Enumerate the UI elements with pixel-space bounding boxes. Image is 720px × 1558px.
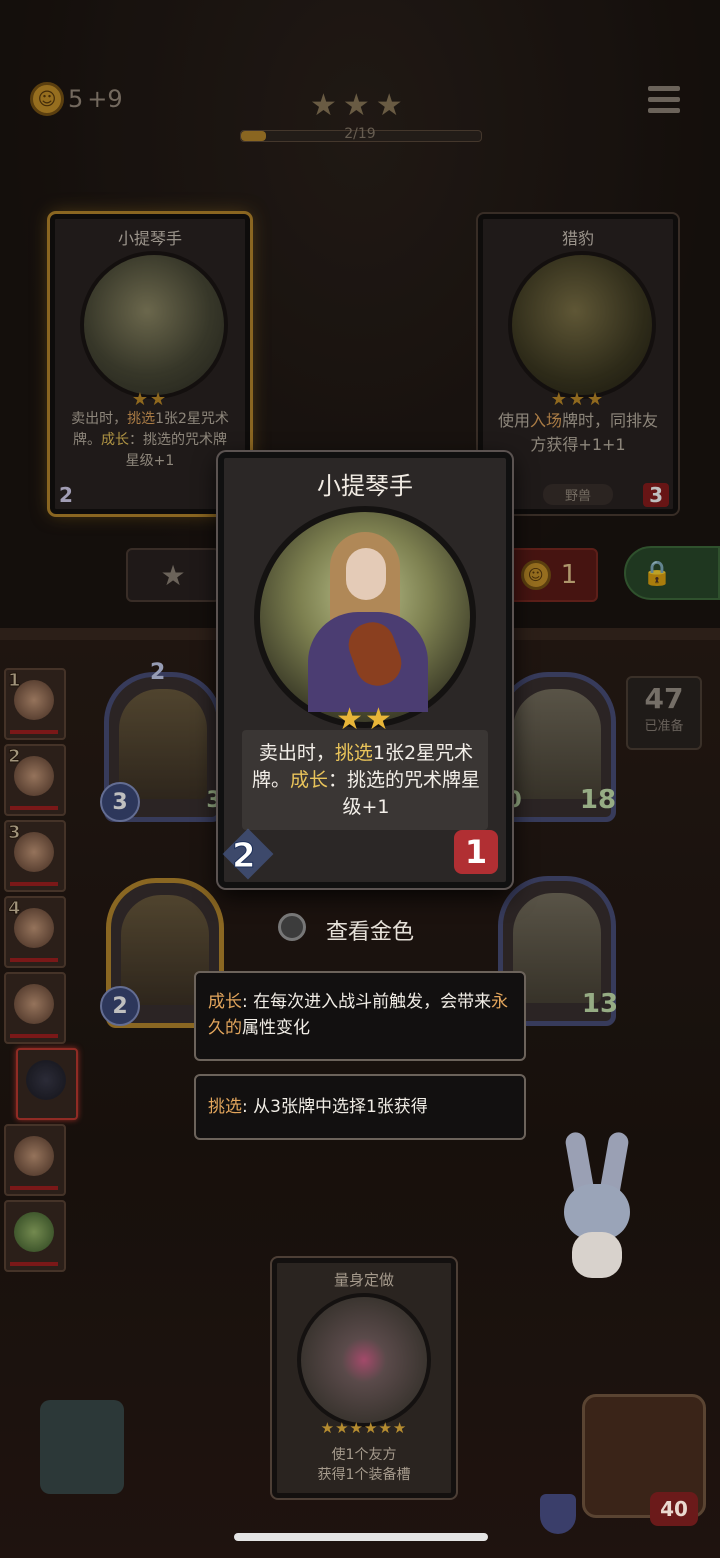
health-value: 1	[454, 830, 498, 874]
keyword-growth: 成长	[289, 769, 328, 791]
card-stars: ★★	[336, 702, 394, 737]
treasure-chest-button[interactable]	[40, 1400, 124, 1494]
tooltip-pick: 挑选: 从3张牌中选择1张获得	[194, 1074, 526, 1140]
card-title: 小提琴手	[317, 472, 413, 500]
tooltip-growth: 成长: 在每次进入战斗前触发，会带来永久的属性变化	[194, 971, 526, 1061]
tailor-portrait	[297, 1293, 431, 1427]
bunny-mascot	[552, 1130, 642, 1282]
player-health: 40	[650, 1492, 698, 1526]
card-title: 量身定做	[333, 1271, 394, 1289]
home-indicator[interactable]	[234, 1533, 488, 1541]
card-description: 使1个友方 获得1个装备槽	[317, 1447, 411, 1483]
tooltip-keyword: 挑选	[208, 1097, 242, 1117]
card-detail-violinist: 小提琴手 ★★ 卖出时，挑选1张2星咒术牌。成长：挑选的咒术牌星级+1 2 1	[218, 452, 512, 888]
tooltip-keyword: 成长	[208, 992, 242, 1012]
spell-card-tailor[interactable]: 量身定做 ★★★★★★ 使1个友方 获得1个装备槽	[272, 1258, 456, 1498]
card-description: 卖出时，挑选1张2星咒术牌。成长：挑选的咒术牌星级+1	[251, 742, 481, 818]
violinist-portrait	[254, 506, 476, 728]
card-stars: ★★★★★★	[320, 1419, 408, 1437]
shield-icon	[540, 1494, 576, 1534]
gold-toggle-radio[interactable]	[278, 913, 306, 941]
gold-toggle-label[interactable]: 查看金色	[326, 914, 414, 946]
attack-value: 2	[232, 836, 257, 877]
keyword-pick: 挑选	[334, 742, 373, 764]
